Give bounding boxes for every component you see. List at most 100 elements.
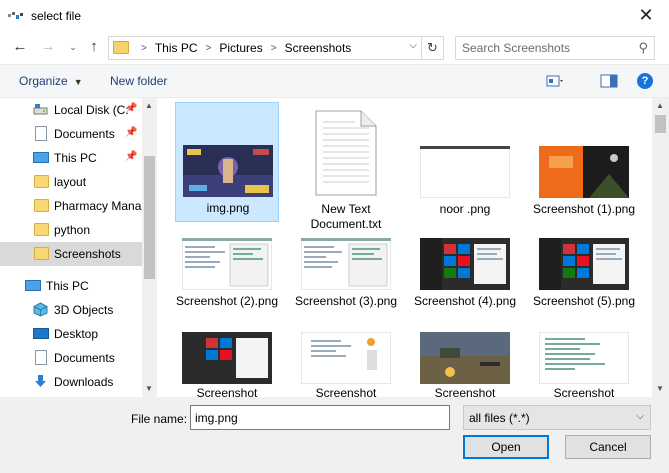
refresh-icon[interactable]: ↻ — [421, 37, 443, 59]
nav-item-3d-objects[interactable]: 3D Objects — [0, 298, 142, 322]
nav-item-label: This PC — [54, 151, 97, 165]
file-list: img.png New Text Document.txt noor .png … — [161, 98, 652, 397]
file-name: Screenshot — [315, 386, 377, 397]
file-type-select[interactable]: all files (*.*) ⌵ — [463, 405, 651, 430]
file-name-input[interactable] — [190, 405, 450, 430]
open-button[interactable]: Open — [463, 435, 549, 459]
breadcrumb-this-pc[interactable]: This PC — [155, 41, 198, 55]
file-name: img.png — [206, 201, 250, 215]
nav-item-label: Documents — [54, 351, 115, 365]
address-bar[interactable]: > This PC > Pictures > Screenshots ⌵ ↻ — [108, 36, 444, 60]
drive-icon — [33, 104, 48, 115]
nav-item-label: Desktop — [54, 327, 99, 341]
blank-thumbnail — [420, 146, 510, 198]
scroll-up-icon[interactable]: ▲ — [145, 101, 153, 110]
code-thumbnail — [539, 332, 629, 384]
code-thumbnail — [301, 332, 391, 384]
start-menu-thumbnail — [182, 332, 272, 384]
organize-button[interactable]: Organize ▼ — [19, 74, 83, 88]
nav-item-pharmacy[interactable]: Pharmacy Mana — [0, 194, 142, 218]
nav-item-layout[interactable]: layout — [0, 170, 142, 194]
files-scrollbar[interactable]: ▲ ▼ — [652, 98, 669, 397]
nav-scrollbar[interactable]: ▲ ▼ — [142, 98, 157, 397]
nav-item-label: Pharmacy Mana — [54, 199, 142, 213]
download-icon — [35, 375, 46, 387]
search-box[interactable]: ⚲ — [455, 36, 655, 60]
scroll-down-icon[interactable]: ▼ — [656, 384, 664, 393]
file-item-img-png[interactable]: img.png — [175, 102, 279, 222]
app-icon — [8, 12, 23, 19]
desktop-icon — [33, 328, 49, 339]
address-dropdown-chevron-icon[interactable]: ⌵ — [409, 40, 417, 51]
command-bar: Organize ▼ New folder — [0, 64, 669, 98]
file-name: Screenshot (4).png — [413, 294, 517, 308]
search-input[interactable] — [462, 41, 632, 55]
cancel-button[interactable]: Cancel — [565, 435, 651, 459]
pin-icon: 📌 — [125, 127, 138, 138]
files-scrollbar-thumb[interactable] — [655, 115, 666, 133]
help-icon[interactable]: ? — [637, 73, 653, 89]
nav-item-this-pc-quick[interactable]: This PC 📌 — [0, 146, 142, 170]
nav-item-local-disk[interactable]: Local Disk (C: 📌 — [0, 98, 142, 122]
breadcrumb-pictures[interactable]: Pictures — [219, 41, 262, 55]
file-name: Screenshot — [553, 386, 615, 397]
file-item-screenshot-9[interactable]: Screenshot — [532, 326, 636, 397]
file-item-screenshot-8[interactable]: Screenshot — [413, 326, 517, 397]
file-item-new-text-document[interactable]: New Text Document.txt — [294, 102, 398, 231]
up-arrow-icon[interactable]: ↑ — [84, 37, 104, 57]
documents-icon — [35, 350, 47, 365]
code-thumbnail — [301, 238, 391, 290]
nav-item-label: Local Disk (C: — [54, 103, 129, 117]
file-item-screenshot-1[interactable]: Screenshot (1).png — [532, 102, 636, 222]
nav-item-documents-quick[interactable]: Documents 📌 — [0, 122, 142, 146]
search-icon: ⚲ — [638, 40, 648, 55]
file-name: Screenshot (5).png — [532, 294, 636, 308]
navigation-pane: Local Disk (C: 📌 Documents 📌 This PC 📌 l… — [0, 98, 157, 397]
file-name: noor .png — [439, 202, 491, 216]
nav-item-python[interactable]: python — [0, 218, 142, 242]
nav-item-label: python — [54, 223, 91, 237]
folder-icon — [34, 175, 49, 188]
scroll-up-icon[interactable]: ▲ — [656, 101, 664, 110]
nav-item-downloads[interactable]: Downloads — [0, 370, 142, 394]
title-bar: select file ✕ — [0, 0, 669, 32]
window-title: select file — [31, 9, 82, 23]
pc-icon — [25, 280, 41, 291]
nav-scrollbar-thumb[interactable] — [144, 156, 155, 279]
nav-item-this-pc[interactable]: This PC — [0, 274, 142, 298]
game-thumbnail — [420, 332, 510, 384]
scroll-down-icon[interactable]: ▼ — [145, 384, 153, 393]
code-thumbnail — [182, 238, 272, 290]
file-item-screenshot-7[interactable]: Screenshot — [294, 326, 398, 397]
breadcrumb-screenshots[interactable]: Screenshots — [285, 41, 352, 55]
nav-item-screenshots[interactable]: Screenshots — [0, 242, 142, 266]
folder-icon — [34, 199, 49, 212]
forward-arrow-icon[interactable]: → — [38, 37, 58, 57]
recent-locations-chevron-icon[interactable]: ⌄ — [63, 37, 83, 57]
back-arrow-icon[interactable]: ← — [10, 37, 30, 57]
start-menu-thumbnail — [539, 238, 629, 290]
nav-item-label: This PC — [46, 279, 89, 293]
chevron-down-icon: ▼ — [73, 77, 83, 87]
nav-item-label: Documents — [54, 127, 115, 141]
nav-item-documents[interactable]: Documents — [0, 346, 142, 370]
chevron-down-icon: ⌵ — [636, 411, 644, 422]
close-icon[interactable]: ✕ — [631, 2, 661, 28]
preview-pane-icon[interactable] — [600, 73, 618, 89]
change-view-icon[interactable] — [546, 73, 564, 89]
pin-icon: 📌 — [125, 103, 138, 114]
nav-item-label: Screenshots — [54, 247, 121, 261]
nav-item-desktop[interactable]: Desktop — [0, 322, 142, 346]
file-item-noor-png[interactable]: noor .png — [413, 102, 517, 222]
file-item-screenshot-6[interactable]: Screenshot — [175, 326, 279, 397]
game-thumbnail — [183, 145, 273, 197]
folder-icon — [34, 223, 49, 236]
nav-item-label: 3D Objects — [54, 303, 114, 317]
folder-icon — [113, 41, 129, 54]
orange-thumbnail — [539, 146, 629, 198]
breadcrumb: > This PC > Pictures > Screenshots — [133, 41, 351, 55]
new-folder-button[interactable]: New folder — [110, 74, 167, 88]
organize-label: Organize — [19, 74, 68, 88]
text-document-icon — [315, 110, 377, 196]
file-name: Screenshot — [196, 386, 258, 397]
